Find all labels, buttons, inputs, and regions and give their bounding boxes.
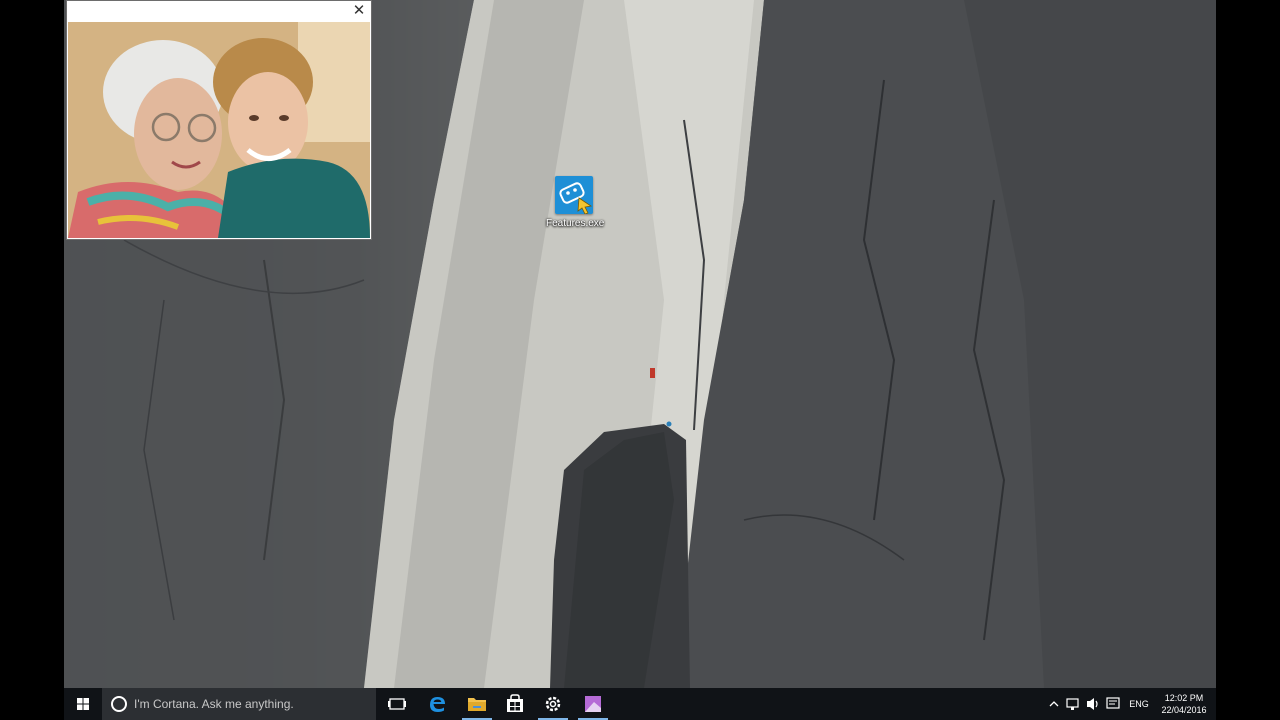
climber-figure	[650, 368, 655, 378]
search-placeholder: I'm Cortana. Ask me anything.	[134, 697, 294, 711]
app-button[interactable]	[574, 688, 612, 720]
edge-browser-button[interactable]	[418, 688, 456, 720]
start-button[interactable]	[64, 688, 102, 720]
store-button[interactable]	[496, 688, 534, 720]
action-center-button[interactable]	[1104, 688, 1122, 720]
language-indicator: ENG	[1129, 699, 1149, 709]
edge-icon	[430, 697, 445, 712]
desktop-icon-label: Features.exe	[546, 218, 605, 229]
app-icon	[585, 696, 601, 712]
settings-button[interactable]	[534, 688, 572, 720]
taskbar: I'm Cortana. Ask me anything. ENG 12:02 …	[64, 688, 1216, 720]
windows-logo-icon	[77, 698, 89, 710]
clock-button[interactable]: 12:02 PM 22/04/2016	[1156, 688, 1212, 720]
photo-popup-window: ✕	[66, 0, 372, 240]
chevron-up-icon	[1049, 701, 1059, 707]
close-icon: ✕	[352, 2, 366, 19]
store-icon	[507, 694, 523, 712]
clock-date: 22/04/2016	[1161, 705, 1207, 715]
speaker-icon	[1087, 698, 1098, 710]
file-explorer-button[interactable]	[458, 688, 496, 720]
system-tray: ENG 12:02 PM 22/04/2016	[1046, 688, 1216, 720]
desktop-screen: Features.exe ✕ I'm Cortana. Ask me anyth…	[64, 0, 1216, 720]
show-hidden-icons-button[interactable]	[1046, 688, 1062, 720]
settings-icon	[545, 696, 561, 712]
cortana-search-box[interactable]: I'm Cortana. Ask me anything.	[102, 688, 376, 720]
task-view-icon	[388, 698, 406, 710]
cortana-icon	[111, 696, 127, 712]
network-button[interactable]	[1064, 688, 1082, 720]
clock-time: 12:02 PM	[1164, 693, 1204, 703]
task-view-button[interactable]	[378, 688, 416, 720]
file-explorer-icon	[468, 698, 486, 711]
features-exe-desktop-icon[interactable]: Features.exe	[546, 176, 605, 229]
network-icon	[1066, 698, 1079, 710]
volume-button[interactable]	[1084, 688, 1102, 720]
two-women-photo	[68, 22, 370, 238]
notification-icon	[1106, 697, 1120, 709]
input-language-button[interactable]: ENG	[1126, 688, 1152, 720]
popup-photo	[68, 22, 370, 238]
popup-title-bar[interactable]: ✕	[67, 1, 371, 21]
features-app-icon	[555, 176, 593, 215]
close-button[interactable]: ✕	[351, 3, 367, 19]
